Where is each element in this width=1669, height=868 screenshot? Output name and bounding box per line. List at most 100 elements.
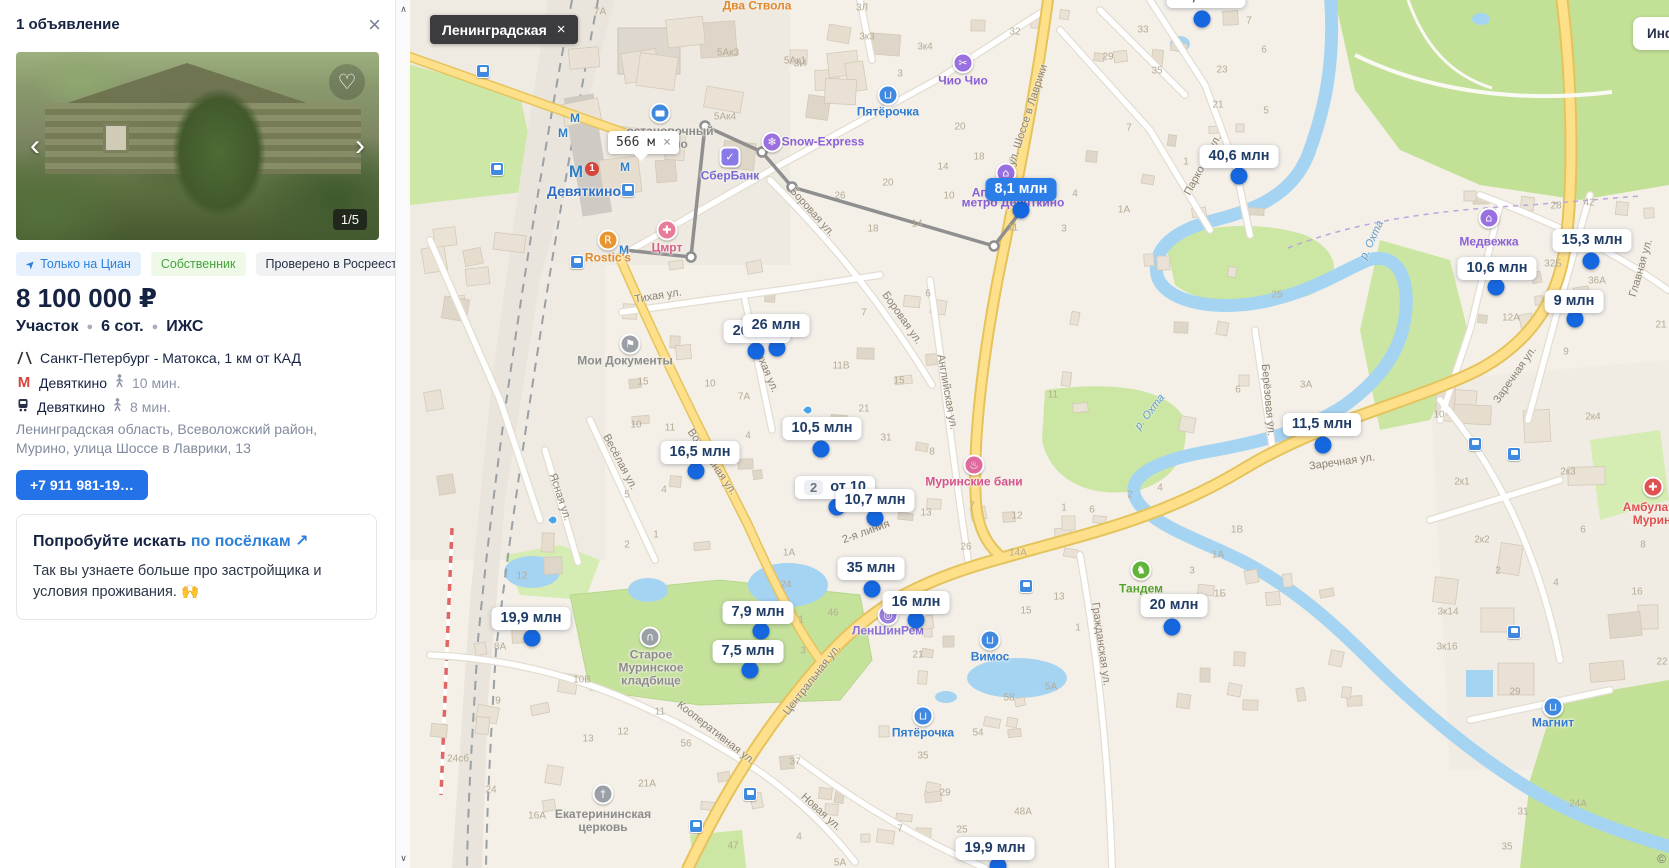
- spa-icon[interactable]: ♨: [963, 454, 985, 476]
- poi-label[interactable]: Пятёрочка: [892, 726, 954, 740]
- listing-photo[interactable]: ‹ › ♡ 1/5: [16, 52, 379, 240]
- house-number: 24сб: [447, 753, 469, 765]
- price-marker[interactable]: 10,7 млн: [835, 489, 915, 512]
- price-marker[interactable]: 11,5 млн: [1282, 413, 1362, 436]
- flag-icon[interactable]: ⚑: [619, 333, 641, 355]
- snow-icon[interactable]: ❄: [761, 131, 783, 153]
- bus-stop-glyph: [479, 67, 487, 72]
- price-marker[interactable]: 8,1 млн: [985, 178, 1057, 201]
- listing-dot[interactable]: [1163, 618, 1181, 636]
- price-marker[interactable]: 19,9 млн: [955, 837, 1035, 860]
- price-marker[interactable]: 10,6 млн: [1457, 257, 1537, 280]
- listing-dot[interactable]: [1314, 436, 1332, 454]
- photo-prev-button[interactable]: ‹: [30, 131, 40, 161]
- poi-label[interactable]: Муринские бани: [925, 475, 1022, 489]
- cart-icon[interactable]: ⊔: [979, 629, 1001, 651]
- price-marker[interactable]: 15,3 млн: [1552, 229, 1632, 252]
- bank-icon[interactable]: ✓: [719, 146, 741, 168]
- house-number: 54: [972, 727, 984, 739]
- scroll-up-icon[interactable]: ∧: [396, 4, 411, 15]
- poi-label[interactable]: Два Ствола: [723, 0, 792, 13]
- close-icon[interactable]: ×: [368, 13, 381, 35]
- listing-dot[interactable]: [1487, 278, 1505, 296]
- listing-dot[interactable]: [1230, 167, 1248, 185]
- r-icon[interactable]: R: [597, 229, 619, 251]
- listing-dot[interactable]: [752, 622, 770, 640]
- house-number: 28: [1550, 200, 1562, 212]
- poi-label[interactable]: СберБанк: [701, 169, 759, 183]
- house-number: 33: [1137, 24, 1149, 36]
- poi-label[interactable]: Екатерининская церковь: [555, 808, 651, 834]
- price-marker[interactable]: 19,9 млн: [491, 607, 571, 630]
- grave-icon[interactable]: ∩: [639, 626, 661, 648]
- church-icon[interactable]: †: [592, 783, 614, 805]
- poi-label[interactable]: Медвежка: [1459, 235, 1518, 249]
- basket-icon[interactable]: ⊔: [1542, 696, 1564, 718]
- house-number: 20: [882, 177, 894, 189]
- horse-icon[interactable]: ♞: [1130, 559, 1152, 581]
- listing-dot[interactable]: [741, 661, 759, 679]
- poi-label[interactable]: Мои Документы: [577, 354, 673, 368]
- poi-label[interactable]: Вимос: [971, 650, 1010, 664]
- scissors-icon[interactable]: ✂: [952, 52, 974, 74]
- remove-filter-icon[interactable]: ×: [557, 21, 566, 38]
- bed-icon[interactable]: ⌂: [1478, 207, 1500, 229]
- house-number: 4: [661, 484, 667, 496]
- poi-label[interactable]: Snow-Express: [782, 135, 865, 149]
- price-marker[interactable]: 35 млн: [837, 557, 905, 580]
- favorite-heart-icon[interactable]: ♡: [329, 64, 365, 100]
- show-phone-button[interactable]: +7 911 981-19…: [16, 470, 148, 500]
- price-marker[interactable]: 10,5 млн: [782, 417, 862, 440]
- transport-name: Девяткино: [39, 374, 108, 391]
- listing-dot[interactable]: [687, 462, 705, 480]
- listing-dot[interactable]: [1566, 310, 1584, 328]
- infrastructure-button[interactable]: Инф: [1633, 17, 1669, 50]
- poi-label[interactable]: Пятёрочка: [857, 105, 919, 119]
- map-canvas[interactable]: Ленинградская × Инф 566 м × © Тихая ул.Т…: [410, 0, 1669, 868]
- selected-listing-dot[interactable]: [1012, 201, 1030, 219]
- map-building: [860, 833, 871, 843]
- listing-dot[interactable]: [747, 342, 765, 360]
- listing-dot[interactable]: [1193, 10, 1211, 28]
- price-marker[interactable]: 40,6 млн: [1199, 145, 1279, 168]
- price-marker[interactable]: 10,5 млн: [1166, 0, 1246, 8]
- med-icon[interactable]: ✚: [656, 219, 678, 241]
- poi-label[interactable]: Цмрт: [652, 241, 683, 255]
- listing-dot[interactable]: [812, 440, 830, 458]
- photo-next-button[interactable]: ›: [355, 131, 365, 161]
- house-number: 3: [897, 68, 903, 80]
- sidebar-scrollbar[interactable]: ∧ ∨: [395, 0, 410, 868]
- region-filter-chip[interactable]: Ленинградская ×: [430, 15, 578, 44]
- price-marker[interactable]: 26 млн: [742, 314, 810, 337]
- poi-label[interactable]: Чио Чио: [938, 74, 988, 88]
- basket-icon[interactable]: ⊔: [912, 705, 934, 727]
- house-number: 24А: [1569, 798, 1587, 810]
- poi-label[interactable]: АмбулатоМурин: [1623, 501, 1669, 527]
- listing-dot[interactable]: [863, 580, 881, 598]
- listing-dot[interactable]: [907, 611, 925, 629]
- photo-house-window: [103, 123, 130, 154]
- poi-label[interactable]: Rostic's: [585, 251, 631, 265]
- house-number: 10: [1433, 409, 1445, 421]
- price-marker[interactable]: 7,5 млн: [712, 640, 784, 663]
- map-building: [1140, 173, 1156, 186]
- med-icon[interactable]: ✚: [1642, 476, 1664, 498]
- badge-owner: Собственник: [150, 252, 246, 276]
- basket-icon[interactable]: ⊔: [877, 84, 899, 106]
- settlements-link[interactable]: по посёлкам ↗: [191, 533, 309, 550]
- price-marker[interactable]: 20 млн: [1140, 594, 1208, 617]
- poi-label[interactable]: Старое Муринское кладбище: [619, 648, 684, 688]
- bus-stop-icon: [570, 255, 584, 269]
- listing-dot[interactable]: [866, 509, 884, 527]
- price-marker[interactable]: 16,5 млн: [660, 441, 740, 464]
- poi-label[interactable]: Магнит: [1532, 716, 1574, 730]
- close-distance-icon[interactable]: ×: [663, 135, 671, 150]
- map-building: [1173, 321, 1189, 334]
- price-marker[interactable]: 16 млн: [882, 591, 950, 614]
- price-marker[interactable]: 9 млн: [1544, 290, 1604, 313]
- listing-dot[interactable]: [1582, 252, 1600, 270]
- listing-dot[interactable]: [523, 629, 541, 647]
- bus-icon[interactable]: [649, 102, 671, 124]
- scroll-down-icon[interactable]: ∨: [396, 853, 411, 864]
- price-marker[interactable]: 7,9 млн: [722, 601, 794, 624]
